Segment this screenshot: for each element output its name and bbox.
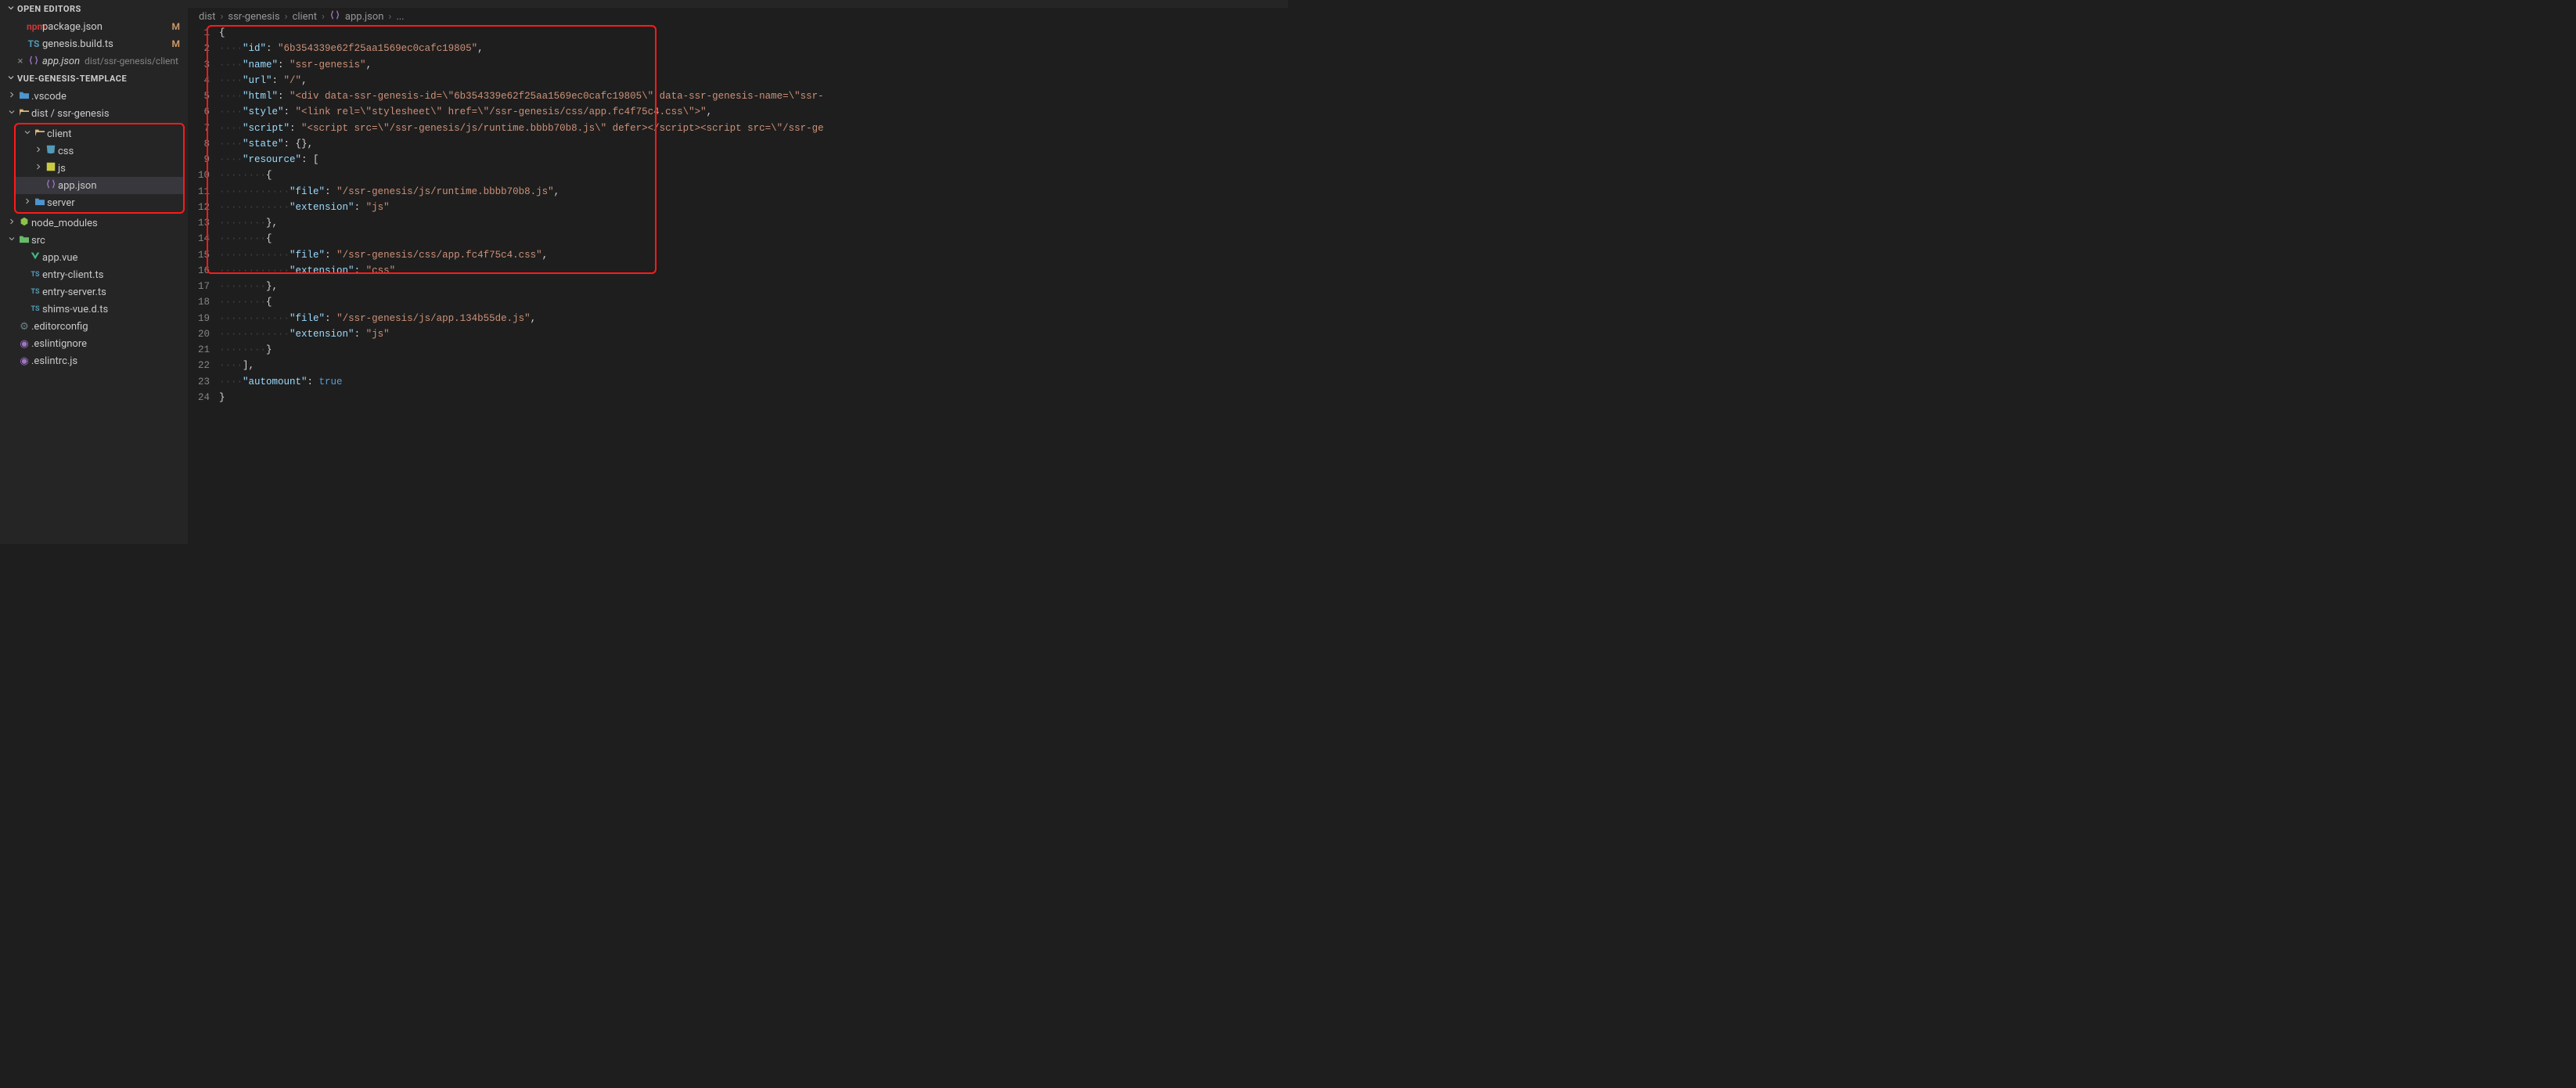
tree-row[interactable]: node_modules [0, 214, 188, 232]
src-folder-icon [17, 234, 31, 247]
typescript-icon: TS [28, 288, 42, 296]
typescript-icon: TS [28, 305, 42, 313]
vue-icon [28, 250, 42, 265]
tree-row[interactable]: TSshims-vue.d.ts [0, 301, 188, 318]
open-editors-title: OPEN EDITORS [17, 4, 81, 14]
tree-label: app.json [58, 180, 97, 192]
code-editor[interactable]: 123456789101112131415161718192021222324 … [188, 25, 1288, 405]
css-icon [44, 144, 58, 158]
folder-icon [33, 196, 47, 209]
chevron-down-icon [6, 3, 17, 15]
explorer-header[interactable]: VUE-GENESIS-TEMPLACE [0, 70, 188, 88]
breadcrumb-separator-icon: › [388, 11, 391, 23]
config-icon: ⚙ [17, 321, 31, 333]
chevron-right-icon [6, 90, 17, 103]
tree-label: js [58, 163, 66, 175]
breadcrumb-segment[interactable]: dist [199, 11, 215, 23]
tree-row[interactable]: ◉.eslintignore [0, 335, 188, 352]
typescript-icon: TS [27, 38, 41, 49]
tree-label: dist / ssr-genesis [31, 108, 110, 120]
tree-label: .eslintignore [31, 338, 87, 350]
js-icon [44, 161, 58, 175]
sidebar: OPEN EDITORS npmpackage.jsonMTSgenesis.b… [0, 0, 188, 544]
modified-badge: M [172, 38, 181, 49]
tree-label: node_modules [31, 218, 98, 229]
line-gutter: 123456789101112131415161718192021222324 [188, 25, 219, 405]
tree-label: server [47, 197, 75, 209]
modified-badge: M [172, 21, 181, 32]
breadcrumb[interactable]: dist › ssr-genesis › client › app.json ›... [188, 8, 1288, 25]
chevron-right-icon [6, 217, 17, 229]
npm-icon: npm [27, 21, 41, 32]
file-subpath: dist/ssr-genesis/client [85, 56, 178, 67]
tree-label: css [58, 146, 74, 157]
file-label: genesis.build.ts [42, 38, 113, 50]
open-editors-header[interactable]: OPEN EDITORS [0, 0, 188, 18]
nodejs-icon [17, 216, 31, 230]
tree-label: client [47, 128, 71, 140]
tree-row[interactable]: dist / ssr-genesis [0, 105, 188, 122]
breadcrumb-separator-icon: › [322, 11, 325, 23]
breadcrumb-separator-icon: › [285, 11, 288, 23]
breadcrumb-separator-icon: › [220, 11, 223, 23]
chevron-down-icon [6, 73, 17, 85]
folder-open-icon [33, 128, 47, 140]
tree-row[interactable]: client [16, 125, 183, 142]
tree-label: src [31, 235, 45, 247]
folder-icon [17, 90, 31, 103]
explorer-title: VUE-GENESIS-TEMPLACE [17, 74, 127, 84]
code-content[interactable]: {····"id": "6b354339e62f25aa1569ec0cafc1… [219, 25, 1288, 405]
breadcrumb-segment[interactable]: ... [396, 11, 404, 23]
eslint-icon: ◉ [17, 338, 31, 350]
tree-row[interactable]: js [16, 160, 183, 177]
close-icon[interactable]: × [14, 56, 27, 67]
open-editors-section: OPEN EDITORS npmpackage.jsonMTSgenesis.b… [0, 0, 188, 70]
tree-label: .eslintrc.js [31, 355, 77, 367]
tabs-bar[interactable] [188, 0, 1288, 8]
tree-label: .editorconfig [31, 321, 88, 333]
chevron-right-icon [33, 162, 44, 175]
tree-label: .vscode [31, 91, 67, 103]
breadcrumb-segment[interactable]: ssr-genesis [228, 11, 279, 23]
file-label: app.json [42, 56, 80, 67]
tree-label: shims-vue.d.ts [42, 304, 108, 315]
tree-row[interactable]: src [0, 232, 188, 249]
json-icon [329, 9, 340, 23]
tree-row[interactable]: ◉.eslintrc.js [0, 352, 188, 369]
tree-row[interactable]: ⚙.editorconfig [0, 318, 188, 335]
chevron-right-icon [22, 196, 33, 209]
chevron-down-icon [6, 107, 17, 120]
explorer-section: VUE-GENESIS-TEMPLACE .vscode dist / ssr-g… [0, 70, 188, 369]
eslint-icon: ◉ [17, 355, 31, 367]
annotation-box-sidebar: client css js app.json server [14, 123, 185, 214]
tree-row[interactable]: .vscode [0, 88, 188, 105]
chevron-down-icon [22, 128, 33, 140]
tree-row[interactable]: server [16, 194, 183, 211]
open-editor-item[interactable]: npmpackage.json M [0, 18, 188, 35]
json-icon [27, 55, 41, 68]
tree-label: entry-server.ts [42, 286, 106, 298]
tree-label: entry-client.ts [42, 269, 103, 281]
tree-row[interactable]: css [16, 142, 183, 160]
chevron-down-icon [6, 234, 17, 247]
open-editor-item[interactable]: TSgenesis.build.ts M [0, 35, 188, 52]
tree-row[interactable]: TSentry-server.ts [0, 283, 188, 301]
editor-area: dist › ssr-genesis › client › app.json ›... 123… [188, 0, 1288, 544]
folder-open-icon [17, 107, 31, 120]
tree-row[interactable]: app.json [16, 177, 183, 194]
tree-label: app.vue [42, 252, 77, 264]
file-label: package.json [42, 21, 103, 33]
json-icon [44, 178, 58, 193]
breadcrumb-segment[interactable]: client [293, 11, 317, 23]
typescript-icon: TS [28, 271, 42, 279]
breadcrumb-segment[interactable]: app.json [345, 11, 384, 23]
open-editor-item[interactable]: × app.json dist/ssr-genesis/client [0, 52, 188, 70]
tree-row[interactable]: app.vue [0, 249, 188, 266]
tree-row[interactable]: TSentry-client.ts [0, 266, 188, 283]
chevron-right-icon [33, 145, 44, 157]
